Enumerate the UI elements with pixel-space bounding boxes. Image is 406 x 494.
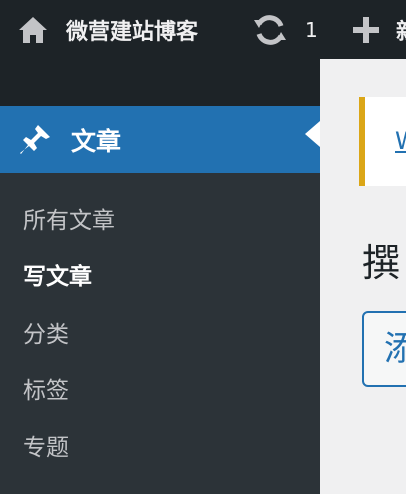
menu-item-posts[interactable]: 文章	[0, 106, 320, 173]
submenu-item-categories[interactable]: 分类	[23, 315, 69, 349]
add-title-button[interactable]: 添	[362, 311, 406, 387]
updates-count[interactable]: 1	[305, 0, 318, 59]
site-title-link[interactable]: 微营建站博客	[66, 0, 198, 59]
page-title: 撰	[362, 241, 401, 285]
submenu-item-new-post[interactable]: 写文章	[23, 257, 92, 291]
current-menu-arrow	[305, 121, 320, 147]
sidebar-spacer	[0, 59, 320, 106]
menu-item-posts-label: 文章	[71, 126, 122, 156]
plus-icon[interactable]	[351, 0, 385, 59]
admin-sidebar: 文章 所有文章 写文章 分类 标签 专题	[0, 59, 320, 494]
update-notice: W	[359, 97, 406, 186]
submenu-item-tags[interactable]: 标签	[23, 371, 69, 405]
posts-submenu: 所有文章 写文章 分类 标签 专题	[0, 173, 320, 494]
new-content-label[interactable]: 新	[396, 0, 406, 59]
pushpin-icon	[17, 122, 53, 158]
submenu-item-topics[interactable]: 专题	[23, 428, 69, 462]
submenu-item-all-posts[interactable]: 所有文章	[23, 201, 115, 235]
notice-link[interactable]: W	[395, 127, 406, 155]
updates-icon[interactable]	[252, 0, 290, 59]
home-icon[interactable]	[17, 0, 49, 59]
admin-bar: 微营建站博客 1 新	[0, 0, 406, 59]
